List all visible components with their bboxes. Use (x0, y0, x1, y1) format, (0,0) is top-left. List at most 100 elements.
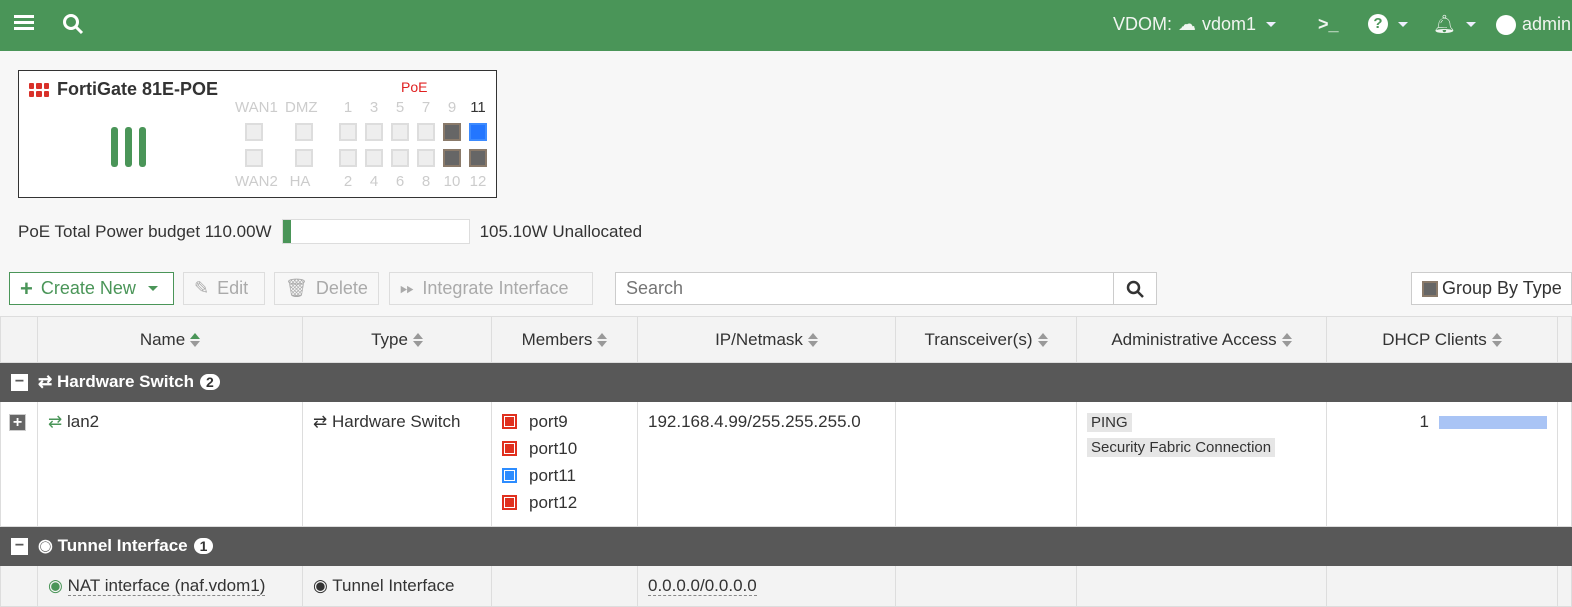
collapse-icon[interactable]: − (11, 538, 28, 556)
column-label: Administrative Access (1111, 329, 1277, 349)
port-icon[interactable] (365, 123, 383, 141)
pencil-icon: ✎ (194, 278, 210, 298)
member-name: port10 (529, 438, 578, 458)
port-label: HA (289, 173, 311, 190)
port-icon[interactable] (245, 149, 263, 167)
dhcp-count: 1 (1419, 412, 1429, 431)
port-icon[interactable] (339, 149, 357, 167)
poe-label: PoE (401, 79, 428, 95)
poe-budget-label: PoE Total Power budget 110.00W (18, 221, 272, 241)
help-icon: ? (1368, 14, 1388, 34)
sort-icon (1281, 333, 1292, 348)
notifications-button[interactable]: 🔔︎ (1433, 14, 1476, 35)
port-icon (502, 441, 517, 456)
member-name: port12 (529, 492, 578, 512)
user-name: admin (1522, 14, 1572, 34)
port-icon[interactable] (469, 123, 487, 141)
port-icon (502, 414, 517, 429)
search-icon (1126, 280, 1144, 298)
group-row-hardware-switch[interactable]: − ⇄ Hardware Switch 2 (0, 362, 1572, 402)
port-icon[interactable] (443, 123, 461, 141)
column-label: IP/Netmask (715, 329, 803, 349)
spacer-column (1557, 316, 1572, 363)
ip-netmask: 192.168.4.99/255.255.255.0 (637, 401, 896, 527)
menu-icon[interactable] (14, 13, 34, 31)
sort-icon (412, 333, 423, 348)
column-header[interactable]: Type (302, 316, 492, 363)
column-header[interactable]: IP/Netmask (637, 316, 896, 363)
port-label: WAN2 (235, 173, 278, 190)
column-header[interactable]: Name (37, 316, 303, 363)
tunnel-icon: ◉ (48, 576, 63, 595)
collapse-icon[interactable]: − (11, 374, 28, 392)
create-new-button[interactable]: + Create New (9, 272, 174, 305)
port-icon[interactable] (391, 123, 409, 141)
switch-icon: ⇄ (38, 372, 53, 391)
column-label: Members (521, 329, 593, 349)
member-name: port11 (529, 465, 576, 485)
interface-name[interactable]: NAT interface (naf.vdom1) (67, 576, 266, 596)
user-menu[interactable]: admin (1496, 14, 1571, 35)
interface-type: Hardware Switch (331, 412, 461, 431)
trash-icon: 🗑︎ (285, 278, 308, 298)
access-tag: Security Fabric Connection (1087, 438, 1276, 457)
port-icon[interactable] (245, 123, 263, 141)
port-icon[interactable] (417, 149, 435, 167)
port-icon[interactable] (295, 149, 313, 167)
integrate-interface-button[interactable]: ⏩︎ Integrate Interface (389, 272, 593, 305)
group-title: Hardware Switch (56, 372, 194, 391)
column-header[interactable]: DHCP Clients (1326, 316, 1558, 363)
column-header[interactable]: Transceiver(s) (895, 316, 1077, 363)
port-label: WAN1 (235, 99, 278, 116)
sort-icon (597, 333, 608, 348)
switch-icon: ⇄ (313, 412, 328, 431)
vdom-value: vdom1 (1202, 14, 1257, 34)
search-input[interactable] (616, 273, 1113, 304)
port-icon (502, 495, 517, 510)
port-icon[interactable] (391, 149, 409, 167)
transceivers (895, 401, 1077, 527)
expand-icon[interactable]: + (9, 414, 26, 432)
column-header[interactable]: Members (491, 316, 638, 363)
member-port: port11 (502, 462, 627, 489)
port-icon[interactable] (469, 149, 487, 167)
vdom-label: VDOM: (1113, 14, 1173, 34)
search-box (615, 272, 1157, 305)
delete-button[interactable]: 🗑︎ Delete (274, 272, 379, 305)
user-icon (1496, 14, 1516, 35)
ip-netmask: 0.0.0.0/0.0.0.0 (648, 576, 757, 596)
fortinet-logo-icon (29, 82, 49, 97)
edit-label: Edit (217, 278, 249, 298)
help-button[interactable]: ? (1368, 14, 1408, 34)
group-by-type-button[interactable]: Group By Type (1411, 272, 1572, 305)
access-tag: PING (1087, 413, 1132, 432)
device-faceplate: FortiGate 81E-POE PoE WAN1 WAN2 DMZ HA 1 2 3 4 5… (18, 70, 497, 198)
sort-icon (1491, 333, 1502, 348)
device-name: FortiGate 81E-POE (57, 79, 219, 99)
column-label: Name (139, 329, 186, 349)
search-button[interactable] (1113, 273, 1156, 304)
port-icon[interactable] (365, 149, 383, 167)
port-label: DMZ (285, 99, 318, 116)
cli-console-button[interactable]: >_ (1318, 14, 1339, 35)
edit-button[interactable]: ✎ Edit (183, 272, 265, 305)
port-icon[interactable] (417, 123, 435, 141)
poe-budget-fill (282, 220, 291, 243)
search-icon[interactable] (62, 13, 84, 35)
port-icon[interactable] (443, 149, 461, 167)
table-row[interactable]: + ⇄ lan2 ⇄ Hardware Switch port9 port10 … (0, 401, 1572, 527)
table-row[interactable]: ◉ NAT interface (naf.vdom1) ◉ Tunnel Int… (0, 565, 1572, 607)
poe-unallocated: 105.10W Unallocated (479, 221, 643, 241)
vdom-selector[interactable]: VDOM: ☁ vdom1 (1113, 14, 1277, 35)
port-icon[interactable] (339, 123, 357, 141)
column-label: Transceiver(s) (924, 329, 1033, 349)
group-title: Tunnel Interface (57, 536, 188, 555)
member-name: port9 (529, 411, 568, 431)
group-row-tunnel-interface[interactable]: − ◉ Tunnel Interface 1 (0, 526, 1572, 566)
port-label: 12 (469, 173, 487, 190)
interface-name[interactable]: lan2 (67, 412, 99, 431)
port-icon[interactable] (295, 123, 313, 141)
member-port: port12 (502, 489, 627, 516)
column-header[interactable]: Administrative Access (1076, 316, 1327, 363)
interface-type: Tunnel Interface (332, 576, 455, 595)
